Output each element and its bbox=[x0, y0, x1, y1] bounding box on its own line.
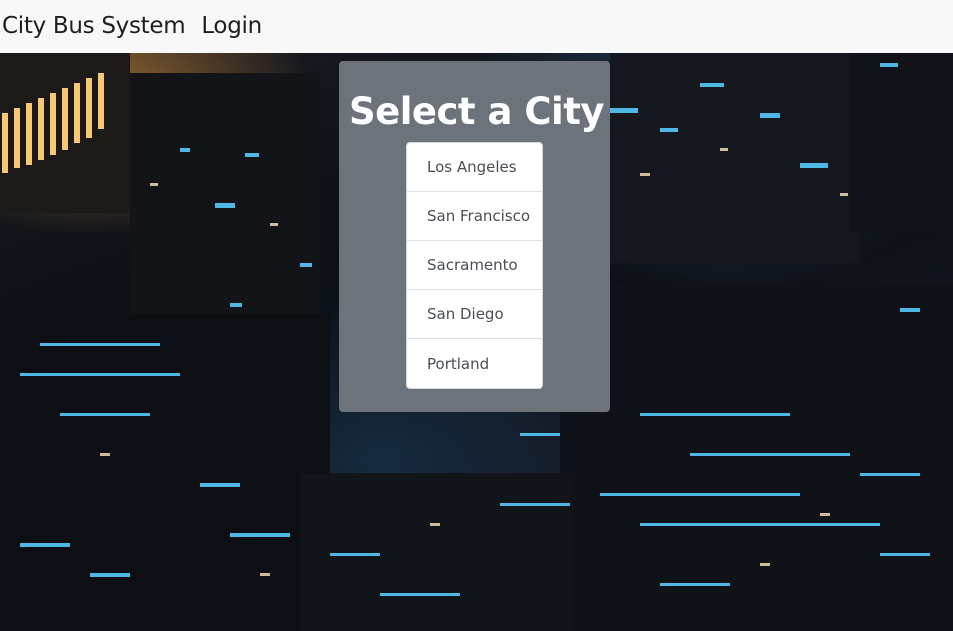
city-list: Los Angeles San Francisco Sacramento San… bbox=[406, 142, 543, 389]
city-option-portland[interactable]: Portland bbox=[407, 339, 542, 388]
city-option-san-francisco[interactable]: San Francisco bbox=[407, 192, 542, 241]
brand-link[interactable]: City Bus System bbox=[2, 0, 186, 53]
city-option-san-diego[interactable]: San Diego bbox=[407, 290, 542, 339]
city-option-los-angeles[interactable]: Los Angeles bbox=[407, 143, 542, 192]
select-city-title: Select a City bbox=[348, 90, 605, 133]
login-link[interactable]: Login bbox=[201, 0, 262, 53]
city-option-sacramento[interactable]: Sacramento bbox=[407, 241, 542, 290]
top-navbar: City Bus System Login bbox=[0, 0, 953, 53]
